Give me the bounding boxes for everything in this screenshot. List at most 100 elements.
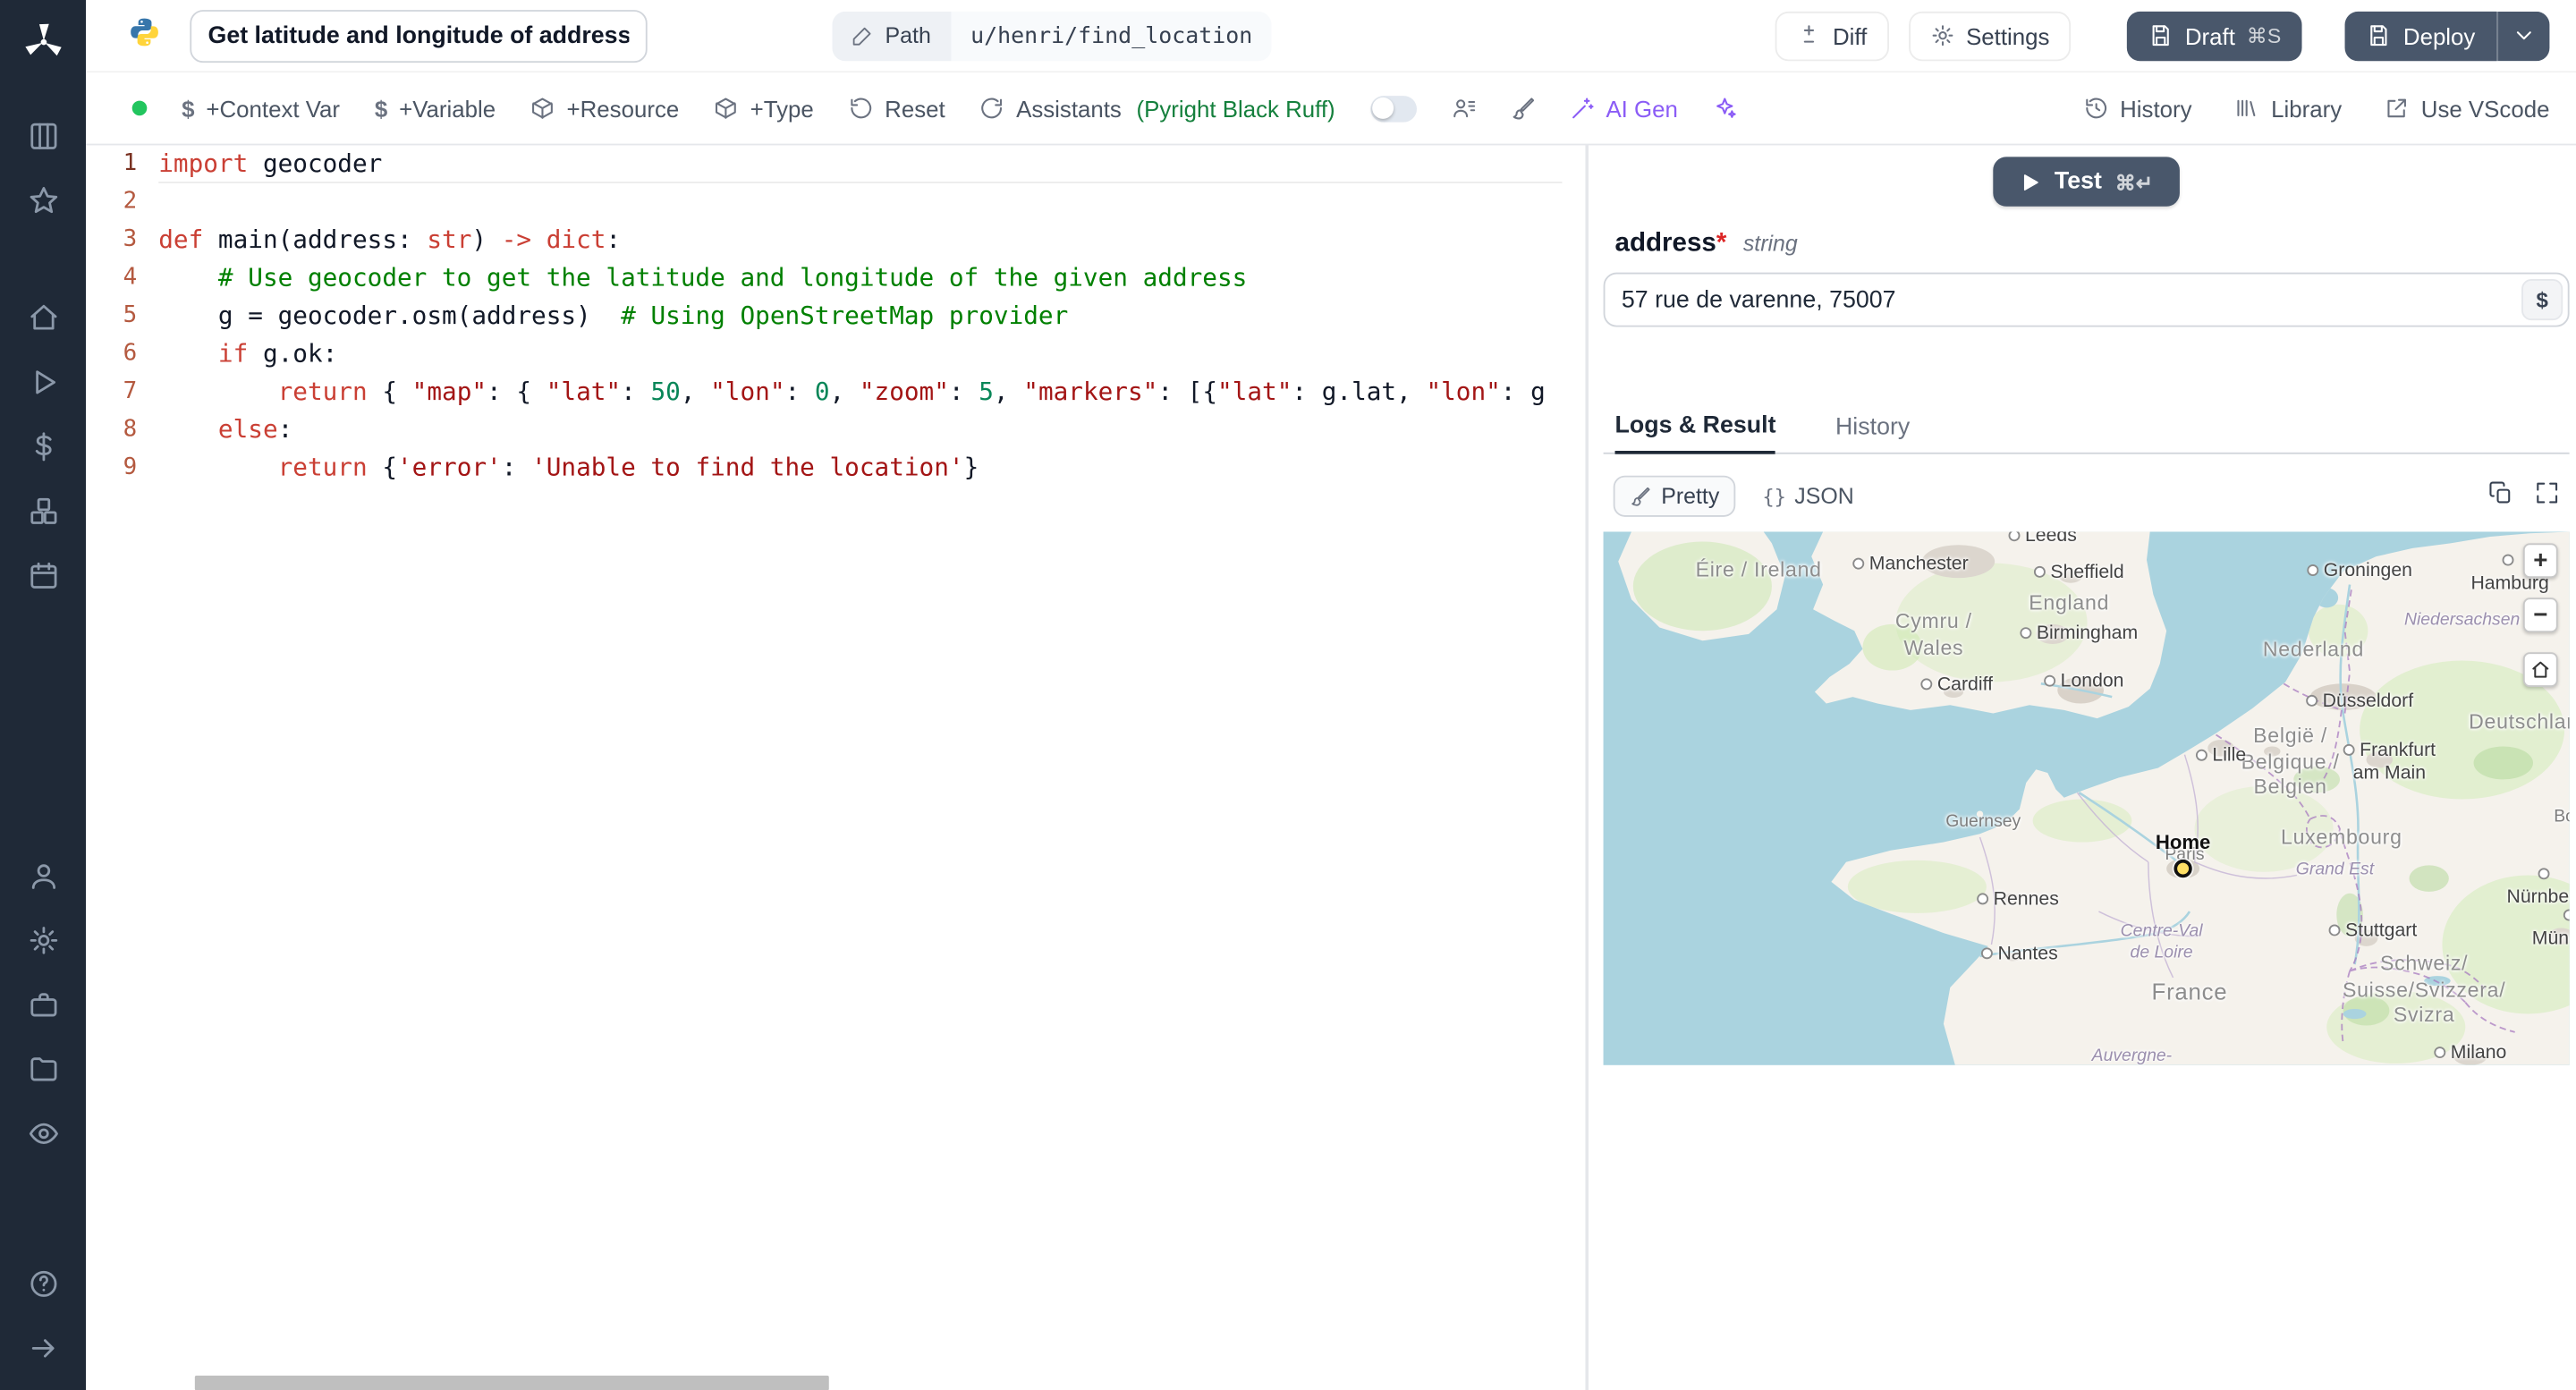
- format-code-button[interactable]: [1510, 96, 1535, 121]
- pretty-label: Pretty: [1661, 483, 1720, 509]
- multiplayer-toggle[interactable]: [1369, 95, 1417, 122]
- deploy-button[interactable]: Deploy: [2345, 10, 2497, 61]
- result-tabs: Logs & Result History: [1603, 403, 2570, 454]
- play-icon: [35, 370, 55, 394]
- sidebar: [0, 0, 86, 1390]
- sidebar-collapse-button[interactable]: [0, 1316, 86, 1380]
- deploy-dropdown-button[interactable]: [2496, 10, 2550, 61]
- expand-result-button[interactable]: [2535, 479, 2560, 513]
- deploy-label: Deploy: [2402, 21, 2476, 49]
- reset-button[interactable]: Reset: [849, 95, 945, 122]
- line-number: 7: [123, 377, 138, 405]
- multiplayer-button[interactable]: [1451, 96, 1476, 121]
- sidebar-runs-button[interactable]: [0, 350, 86, 414]
- tab-history[interactable]: History: [1835, 403, 1910, 452]
- result-map[interactable]: Leeds Manchester Sheffield England Éire / Ir…: [1603, 531, 2570, 1065]
- dollar-icon: $: [182, 95, 195, 122]
- sidebar-settings-button[interactable]: [0, 908, 86, 972]
- code-line[interactable]: else:: [158, 411, 1565, 449]
- user-icon: [30, 864, 55, 889]
- sidebar-resources-button[interactable]: [0, 479, 86, 543]
- ai-sparkle-button[interactable]: [1713, 96, 1738, 121]
- windmill-logo-icon[interactable]: [16, 15, 69, 68]
- save-icon: [2152, 25, 2170, 47]
- rotate-ccw-icon: [850, 97, 871, 119]
- history-label: History: [2120, 95, 2192, 122]
- test-button[interactable]: Test ⌘↵: [1993, 157, 2180, 207]
- map-home-button[interactable]: [2522, 652, 2558, 687]
- diff-label: Diff: [1832, 21, 1868, 49]
- code-line[interactable]: return { "map": { "lat": 50, "lon": 0, "…: [158, 373, 1565, 411]
- assistants-button[interactable]: Assistants: [979, 95, 1122, 122]
- draft-button[interactable]: Draft ⌘S: [2127, 10, 2303, 61]
- path-group[interactable]: Path u/henri/find_location: [832, 10, 1273, 61]
- code-line[interactable]: g = geocoder.osm(address) # Using OpenSt…: [158, 297, 1565, 335]
- sidebar-folders-button[interactable]: [0, 1037, 86, 1101]
- sidebar-favorites-button[interactable]: [0, 168, 86, 233]
- sidebar-apps-button[interactable]: [0, 104, 86, 168]
- zoom-out-button[interactable]: −: [2522, 598, 2558, 633]
- line-number: 5: [123, 301, 138, 329]
- library-button[interactable]: Library: [2235, 95, 2342, 122]
- add-variable-label: +Variable: [399, 95, 496, 122]
- diff-button[interactable]: Diff: [1775, 10, 1889, 61]
- settings-button[interactable]: Settings: [1908, 10, 2072, 61]
- sidebar-workers-button[interactable]: [0, 972, 86, 1037]
- line-number-gutter: 1 2 3 4 5 6 7 8 9: [86, 145, 158, 487]
- dollar-icon: $: [374, 95, 388, 122]
- library-icon: [2238, 99, 2257, 117]
- sparkles-icon: [1716, 97, 1736, 118]
- add-resource-button[interactable]: +Resource: [530, 95, 679, 122]
- address-input[interactable]: [1603, 272, 2570, 327]
- folder-icon: [30, 1057, 56, 1081]
- home-marker[interactable]: [2174, 859, 2192, 878]
- sidebar-home-button[interactable]: [0, 285, 86, 350]
- package-icon: [716, 97, 737, 119]
- code-lines[interactable]: import geocoder def main(address: str) ->…: [158, 145, 1565, 487]
- sidebar-audit-button[interactable]: [0, 1101, 86, 1165]
- topbar: Path u/henri/find_location Diff Settings…: [85, 0, 2576, 73]
- assistants-status: (Pyright Black Ruff): [1136, 95, 1335, 122]
- zoom-in-button[interactable]: +: [2522, 543, 2558, 579]
- sidebar-help-button[interactable]: [0, 1251, 86, 1316]
- line-number: 1: [123, 149, 138, 177]
- ai-gen-button[interactable]: AI Gen: [1570, 95, 1678, 122]
- json-mode-button[interactable]: {} JSON: [1762, 484, 1853, 509]
- insert-variable-button[interactable]: $: [2521, 278, 2563, 321]
- line-number: 8: [123, 416, 138, 443]
- deploy-icon: [2371, 25, 2388, 47]
- settings-label: Settings: [1966, 21, 2050, 49]
- draft-label: Draft: [2184, 21, 2235, 49]
- json-label: JSON: [1794, 483, 1854, 509]
- history-button[interactable]: History: [2083, 95, 2192, 122]
- use-vscode-label: Use VScode: [2420, 95, 2550, 122]
- map-controls: + −: [2522, 543, 2558, 687]
- arg-type: string: [1742, 231, 1798, 257]
- sidebar-schedules-button[interactable]: [0, 543, 86, 607]
- use-vscode-button[interactable]: Use VScode: [2385, 95, 2549, 122]
- add-variable-button[interactable]: $ +Variable: [375, 95, 496, 122]
- pencil-icon: [852, 27, 871, 46]
- code-line[interactable]: [158, 183, 1565, 221]
- code-line[interactable]: # Use geocoder to get the latitude and l…: [158, 259, 1565, 297]
- horizontal-scrollbar[interactable]: [194, 1375, 829, 1390]
- add-context-var-button[interactable]: $ +Context Var: [182, 95, 340, 122]
- package-icon: [532, 97, 554, 119]
- add-type-button[interactable]: +Type: [714, 95, 814, 122]
- home-marker-label: Home: [2155, 830, 2211, 854]
- pretty-mode-button[interactable]: Pretty: [1613, 475, 1736, 517]
- code-line[interactable]: return {'error': 'Unable to find the loc…: [158, 449, 1565, 487]
- copy-result-button[interactable]: [2488, 479, 2513, 513]
- sidebar-users-button[interactable]: [0, 843, 86, 908]
- code-line[interactable]: import geocoder: [158, 145, 1565, 182]
- brush-icon: [1631, 487, 1650, 506]
- calendar-icon: [30, 562, 56, 589]
- script-title-input[interactable]: [190, 9, 648, 63]
- code-line[interactable]: if g.ok:: [158, 335, 1565, 373]
- code-line[interactable]: def main(address: str) -> dict:: [158, 221, 1565, 259]
- code-editor[interactable]: 1 2 3 4 5 6 7 8 9 import geocoder def main(addres…: [85, 145, 1586, 1390]
- table-columns-icon: [30, 123, 56, 149]
- tab-logs-result[interactable]: Logs & Result: [1614, 403, 1776, 454]
- assistants-label: Assistants: [1016, 95, 1122, 122]
- sidebar-variables-button[interactable]: [0, 414, 86, 479]
